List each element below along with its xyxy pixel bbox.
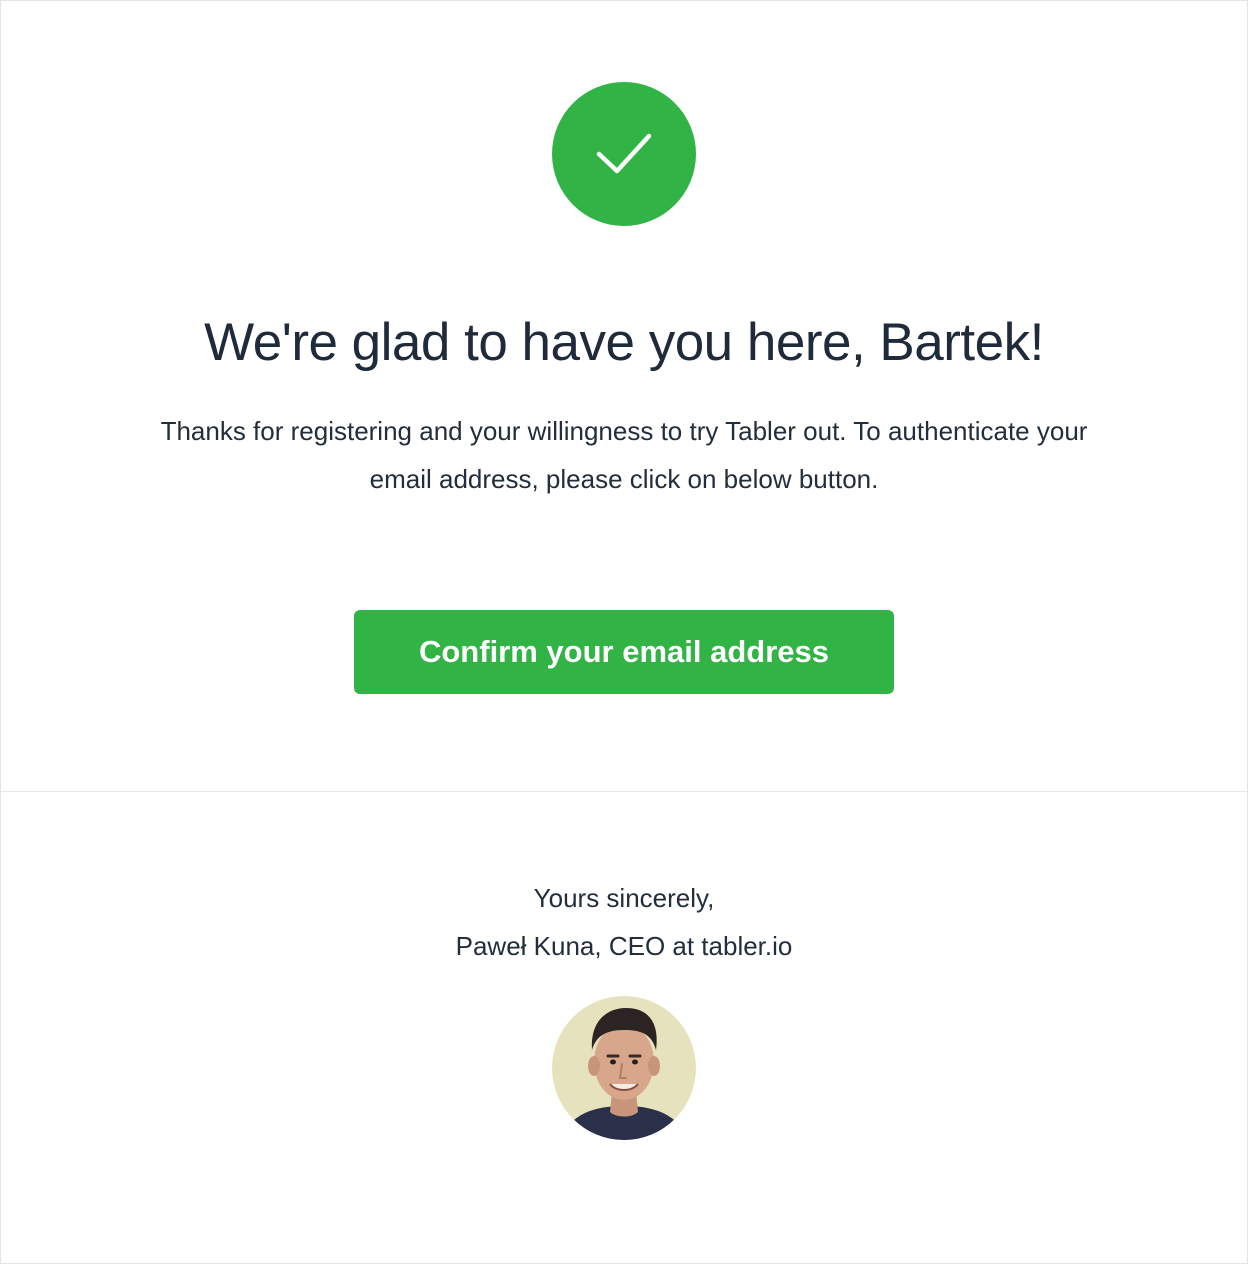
avatar-photo — [552, 996, 696, 1140]
avatar — [552, 996, 696, 1140]
message-line: email address, please click on below but… — [369, 464, 879, 494]
email-footer: Yours sincerely, Paweł Kuna, CEO at tabl… — [1, 792, 1247, 1263]
closing-text: Yours sincerely, — [533, 883, 715, 913]
email-body: We're glad to have you here, Bartek! Tha… — [1, 1, 1247, 792]
signoff: Yours sincerely, Paweł Kuna, CEO at tabl… — [1, 874, 1247, 970]
signature-text: Paweł Kuna, CEO at tabler.io — [455, 931, 793, 961]
check-icon — [596, 133, 652, 174]
welcome-message: Thanks for registering and your willingn… — [91, 407, 1157, 503]
email-card: We're glad to have you here, Bartek! Tha… — [0, 0, 1248, 1264]
confirm-email-button[interactable]: Confirm your email address — [354, 610, 894, 694]
success-badge — [552, 82, 696, 226]
message-line: Thanks for registering and your willingn… — [160, 416, 1088, 446]
page-title: We're glad to have you here, Bartek! — [204, 313, 1044, 372]
